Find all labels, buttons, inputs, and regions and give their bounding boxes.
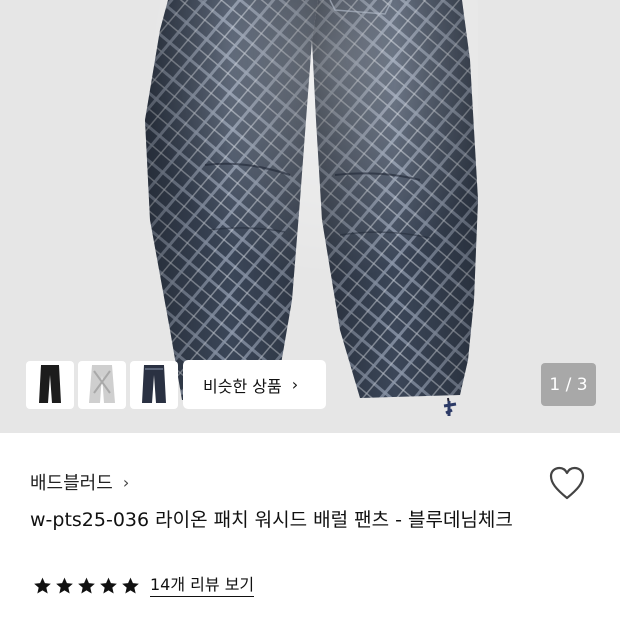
product-title: w-pts25-036 라이온 패치 워시드 배럴 팬츠 - 블루데님체크 — [30, 509, 513, 531]
thumbnail-strip — [26, 361, 182, 409]
star-icon — [34, 577, 51, 594]
thumbnail-2[interactable] — [78, 361, 126, 409]
similar-products-label: 비슷한 상품 — [203, 376, 282, 396]
brand-link[interactable]: 배드블러드 › — [30, 469, 129, 495]
thumb-white-pants-image — [89, 365, 115, 403]
chevron-right-icon: › — [291, 375, 299, 394]
star-icon — [100, 577, 117, 594]
heart-icon[interactable] — [548, 465, 586, 501]
star-rating — [32, 576, 142, 596]
rating-row: 14개 리뷰 보기 — [32, 575, 255, 597]
product-info: 배드블러드 › w-pts25-036 라이온 패치 워시드 배럴 팬츠 - 블… — [0, 433, 620, 620]
reviews-link[interactable]: 14개 리뷰 보기 — [150, 575, 255, 597]
thumbnail-1[interactable] — [26, 361, 74, 409]
similar-products-button[interactable]: 비슷한 상품 › — [183, 360, 326, 409]
thumbnail-3[interactable] — [130, 361, 178, 409]
image-counter: 1 / 3 — [541, 363, 596, 406]
product-image-gallery[interactable]: 비슷한 상품 › 1 / 3 — [0, 0, 620, 433]
star-icon — [78, 577, 95, 594]
thumb-black-pants-image — [39, 365, 61, 403]
chevron-right-icon: › — [122, 472, 130, 492]
star-icon — [56, 577, 73, 594]
brand-name: 배드블러드 — [30, 473, 113, 494]
thumb-navy-pants-image — [142, 365, 166, 403]
star-icon — [122, 577, 139, 594]
